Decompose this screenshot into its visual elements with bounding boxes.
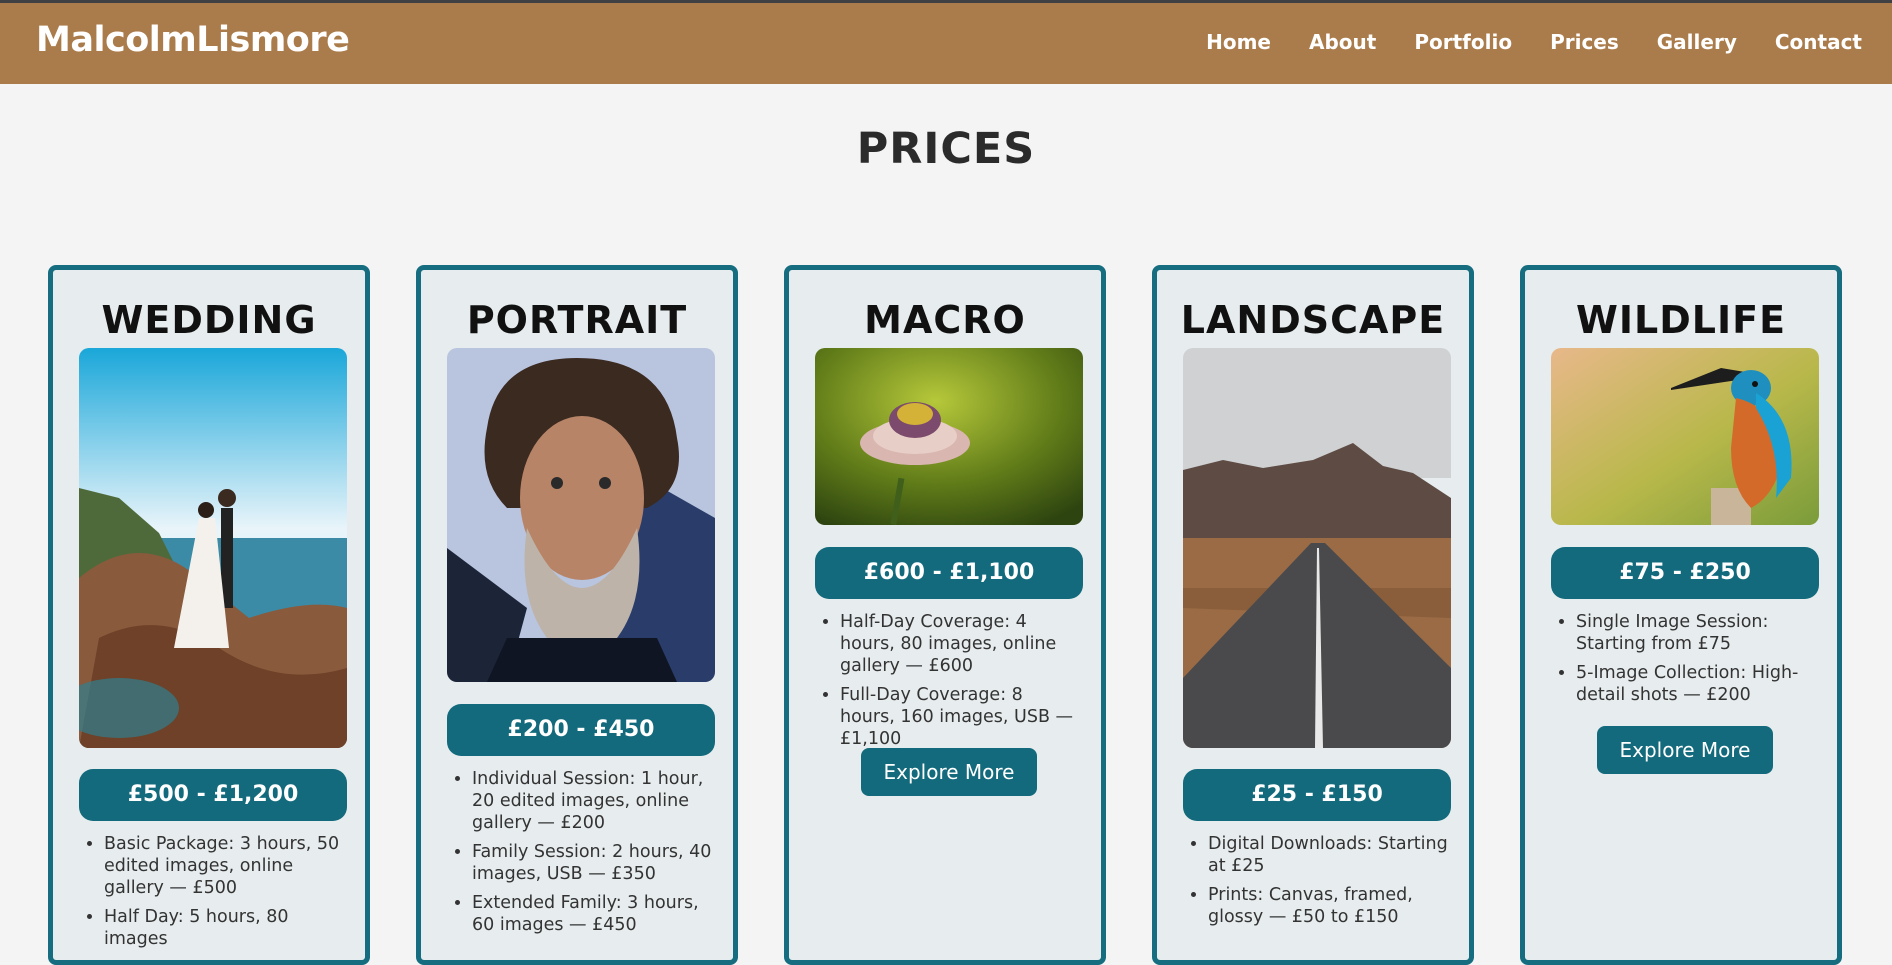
wedding-photo [79, 348, 347, 748]
feature-item: Half Day: 5 hours, 80 images [104, 906, 347, 950]
nav-home[interactable]: Home [1206, 30, 1271, 54]
feature-list: Digital Downloads: Starting at £25 Print… [1183, 833, 1451, 935]
page-title: PRICES [856, 124, 1036, 174]
price-range: £75 - £250 [1551, 547, 1819, 599]
pricing-card-wildlife: WILDLIFE £75 - £250 Single Image Session… [1520, 265, 1842, 965]
nav-gallery[interactable]: Gallery [1657, 30, 1737, 54]
feature-item: 5-Image Collection: High-detail shots — … [1576, 662, 1819, 706]
site-header: MalcolmLismore Home About Portfolio Pric… [0, 3, 1892, 84]
card-title: WEDDING [101, 298, 317, 342]
feature-list: Single Image Session: Starting from £75 … [1551, 611, 1819, 713]
feature-item: Family Session: 2 hours, 40 images, USB … [472, 841, 715, 885]
site-logo[interactable]: MalcolmLismore [36, 20, 350, 60]
feature-item: Single Image Session: Starting from £75 [1576, 611, 1819, 655]
macro-photo [815, 348, 1083, 525]
feature-list: Half-Day Coverage: 4 hours, 80 images, o… [815, 611, 1083, 757]
price-range: £200 - £450 [447, 704, 715, 756]
card-title: WILDLIFE [1575, 298, 1787, 342]
price-range: £600 - £1,100 [815, 547, 1083, 599]
nav-prices[interactable]: Prices [1550, 30, 1619, 54]
nav-contact[interactable]: Contact [1775, 30, 1862, 54]
wildlife-photo [1551, 348, 1819, 525]
feature-item: Half-Day Coverage: 4 hours, 80 images, o… [840, 611, 1083, 677]
card-title: MACRO [864, 298, 1026, 342]
main-nav: Home About Portfolio Prices Gallery Cont… [1168, 30, 1862, 54]
feature-item: Basic Package: 3 hours, 50 edited images… [104, 833, 347, 899]
feature-item: Prints: Canvas, framed, glossy — £50 to … [1208, 884, 1451, 928]
nav-portfolio[interactable]: Portfolio [1414, 30, 1512, 54]
nav-about[interactable]: About [1309, 30, 1376, 54]
landscape-photo [1183, 348, 1451, 748]
explore-more-button[interactable]: Explore More [861, 748, 1037, 796]
pricing-card-portrait: PORTRAIT £200 - £450 Individual Session:… [416, 265, 738, 965]
pricing-card-wedding: WEDDING £500 - £1,200 • Basic Package: 3… [48, 265, 370, 965]
feature-item: Extended Family: 3 hours, 60 images — £4… [472, 892, 715, 936]
feature-item: Digital Downloads: Starting at £25 [1208, 833, 1451, 877]
feature-item: Full-Day Coverage: 8 hours, 160 images, … [840, 684, 1083, 750]
feature-list: Individual Session: 1 hour, 20 edited im… [447, 768, 715, 943]
card-title: LANDSCAPE [1180, 298, 1446, 342]
price-range: £500 - £1,200 [79, 769, 347, 821]
card-title: PORTRAIT [466, 298, 688, 342]
portrait-photo [447, 348, 715, 682]
explore-more-button[interactable]: Explore More [1597, 726, 1773, 774]
price-range: £25 - £150 [1183, 769, 1451, 821]
pricing-card-landscape: LANDSCAPE £25 - £150 Digital Downloads: … [1152, 265, 1474, 965]
feature-list: Basic Package: 3 hours, 50 edited images… [79, 833, 347, 957]
pricing-card-macro: MACRO £600 - £1,100 Half-Day Coverage: 4… [784, 265, 1106, 965]
feature-item: Individual Session: 1 hour, 20 edited im… [472, 768, 715, 834]
